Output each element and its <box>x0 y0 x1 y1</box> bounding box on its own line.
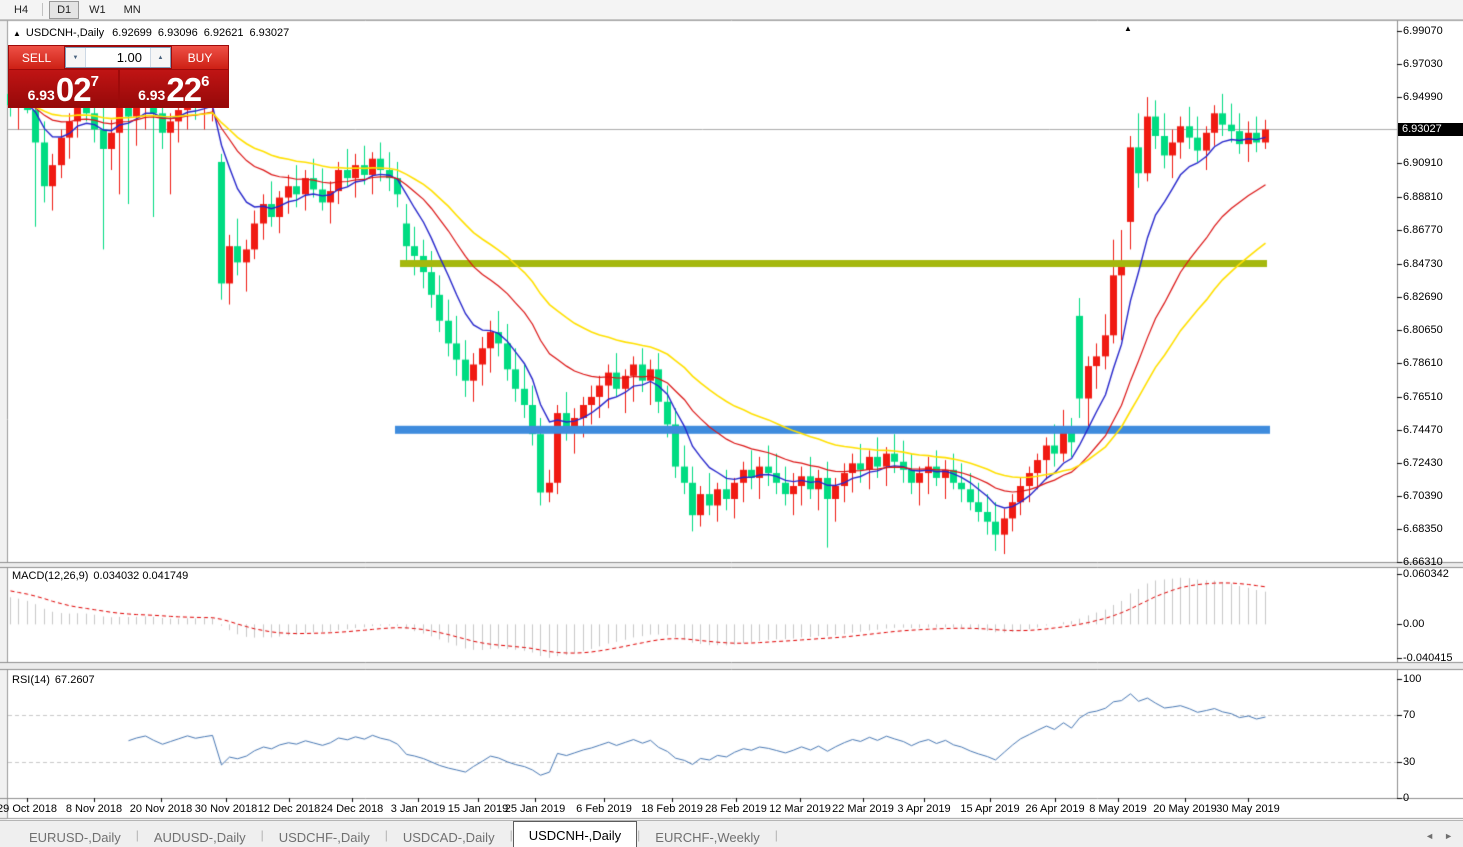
date-axis-label: 24 Dec 2018 <box>320 803 384 815</box>
price-axis-label: 6.74470 <box>1403 423 1443 436</box>
price-axis-label: 6.80650 <box>1403 323 1443 336</box>
current-price-tag: 6.93027 <box>1398 123 1463 137</box>
buy-price-pips: 22 <box>166 71 202 108</box>
rsi-label: RSI(14) 67.2607 <box>12 674 95 686</box>
price-axis-label: 6.78610 <box>1403 356 1443 369</box>
timeframe-button-mn[interactable]: MN <box>116 1 149 19</box>
macd-axis-label: 0.060342 <box>1403 567 1449 580</box>
high-value: 6.93096 <box>157 27 198 39</box>
macd-label: MACD(12,26,9) 0.034032 0.041749 <box>12 570 189 582</box>
tab-usdchf[interactable]: USDCHF-,Daily <box>264 825 385 847</box>
trading-terminal-window: H4 D1 W1 MN ▲ USDCNH-,Daily 6.92699 6.93096… <box>0 0 1463 847</box>
price-axis-label: 6.70390 <box>1403 489 1443 502</box>
date-axis-label: 18 Feb 2019 <box>641 803 703 815</box>
date-axis-label: 15 Apr 2019 <box>960 803 1020 815</box>
date-axis-label: 3 Jan 2019 <box>390 803 446 815</box>
tab-separator: | <box>774 828 778 842</box>
timeframe-button-w1[interactable]: W1 <box>81 1 114 19</box>
date-axis-label: 12 Dec 2018 <box>257 803 321 815</box>
buy-price-display[interactable]: 6.93 22 6 <box>119 70 228 108</box>
buy-price-prefix: 6.93 <box>138 87 166 103</box>
buy-button[interactable]: BUY <box>172 46 228 69</box>
tab-eurchf[interactable]: EURCHF-,Weekly <box>640 825 775 847</box>
timeframe-button-d1[interactable]: D1 <box>49 0 80 19</box>
symbol-timeframe-label: USDCNH-,Daily <box>25 27 105 39</box>
symbol-tab-bar: EURUSD-,Daily | AUDUSD-,Daily | USDCHF-,Dail… <box>0 820 1463 847</box>
tab-scroll-arrows: ◄ ► <box>1425 831 1453 841</box>
tab-scroll-left-icon[interactable]: ◄ <box>1425 831 1434 841</box>
price-axis-label: 6.82690 <box>1403 290 1443 303</box>
price-axis-label: 6.84730 <box>1403 257 1443 270</box>
collapse-panel-icon[interactable]: ▲ <box>13 29 21 38</box>
date-axis-label: 12 Mar 2019 <box>769 803 831 815</box>
chart-title: ▲ USDCNH-,Daily 6.92699 6.93096 6.92621 … <box>13 27 295 39</box>
date-axis-label: 30 May 2019 <box>1216 803 1280 815</box>
sell-price-prefix: 6.93 <box>27 87 55 103</box>
close-value: 6.93027 <box>249 27 290 39</box>
low-value: 6.92621 <box>203 27 244 39</box>
tab-usdcnh[interactable]: USDCNH-,Daily <box>512 821 638 847</box>
price-axis-label: 6.76510 <box>1403 390 1443 403</box>
toolbar-separator <box>42 3 44 16</box>
sell-price-pips: 02 <box>55 71 92 108</box>
date-axis-label: 26 Apr 2019 <box>1025 803 1085 815</box>
rsi-axis-label: 0 <box>1403 792 1410 804</box>
macd-axis-label: 0.00 <box>1403 618 1425 631</box>
volume-input[interactable] <box>86 48 150 67</box>
timeframe-button-h4[interactable]: H4 <box>6 1 36 19</box>
price-axis-label: 6.68350 <box>1403 522 1443 535</box>
subwindow-expand-icon[interactable]: ▲ <box>1124 24 1132 33</box>
price-axis-label: 6.90910 <box>1403 157 1443 170</box>
one-click-trading-panel: SELL ▼ ▲ BUY 6.93 02 7 6.93 22 6 <box>8 45 229 108</box>
sell-button[interactable]: SELL <box>9 46 64 69</box>
date-axis-label: 30 Nov 2018 <box>194 803 258 815</box>
sell-price-display[interactable]: 6.93 02 7 <box>9 70 118 107</box>
price-chart-canvas[interactable] <box>0 0 1463 847</box>
date-axis-label: 20 Nov 2018 <box>129 803 193 815</box>
price-axis-label: 6.86770 <box>1403 224 1443 237</box>
tab-audusd[interactable]: AUDUSD-,Daily <box>139 825 261 847</box>
buy-price-point: 6 <box>201 73 210 90</box>
price-axis-label: 6.88810 <box>1403 191 1443 204</box>
price-axis-label: 6.97030 <box>1403 58 1443 71</box>
date-axis-label: 8 Nov 2018 <box>65 803 123 815</box>
macd-axis-label: -0.040415 <box>1403 652 1453 665</box>
timeframe-toolbar: H4 D1 W1 MN <box>0 0 1463 20</box>
date-axis-label: 25 Jan 2019 <box>504 803 566 815</box>
date-axis-label: 29 Oct 2018 <box>0 803 57 815</box>
open-value: 6.92699 <box>112 27 152 39</box>
date-axis-label: 28 Feb 2019 <box>705 803 767 815</box>
sell-price-point: 7 <box>90 73 99 90</box>
tab-eurusd[interactable]: EURUSD-,Daily <box>14 825 136 847</box>
rsi-axis-label: 70 <box>1403 708 1416 721</box>
volume-decrease-icon[interactable]: ▼ <box>66 48 86 67</box>
date-axis-label: 6 Feb 2019 <box>576 803 632 815</box>
rsi-axis-label: 30 <box>1403 756 1416 769</box>
date-axis-label: 22 Mar 2019 <box>832 803 894 815</box>
price-axis-label: 6.72430 <box>1403 456 1443 469</box>
tab-usdcad[interactable]: USDCAD-,Daily <box>388 825 510 847</box>
price-axis-label: 6.66310 <box>1403 556 1443 569</box>
rsi-axis-label: 100 <box>1403 673 1422 685</box>
tab-scroll-right-icon[interactable]: ► <box>1444 831 1453 841</box>
date-axis-label: 20 May 2019 <box>1153 803 1217 815</box>
price-axis-label: 6.94990 <box>1403 91 1443 104</box>
volume-spinner: ▼ ▲ <box>65 47 171 68</box>
volume-increase-icon[interactable]: ▲ <box>150 48 170 67</box>
date-axis-label: 3 Apr 2019 <box>897 803 951 815</box>
date-axis-label: 15 Jan 2019 <box>447 803 509 815</box>
price-axis-label: 6.99070 <box>1403 25 1443 38</box>
date-axis-label: 8 May 2019 <box>1089 803 1147 815</box>
